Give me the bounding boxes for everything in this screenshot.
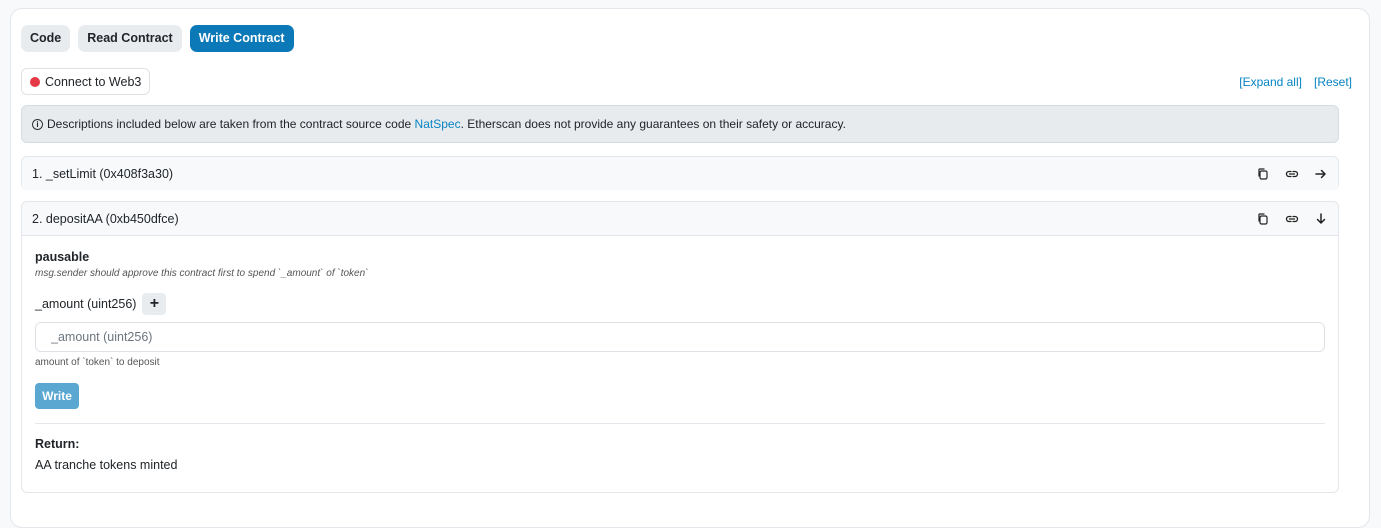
tab-code[interactable]: Code [21, 25, 71, 52]
tab-write-contract[interactable]: Write Contract [189, 25, 294, 52]
function-accordion-setlimit: 1. _setLimit (0x408f3a30) [21, 156, 1339, 190]
notice-prefix: Descriptions included below are taken fr… [47, 117, 412, 131]
return-title: Return: [35, 437, 80, 451]
natspec-notice: i Descriptions included below are taken … [21, 105, 1339, 143]
function-body: pausable msg.sender should approve this … [35, 250, 1325, 472]
accordion-controls: [Expand all] [Reset] [1239, 75, 1352, 89]
function-notice-text: msg.sender should approve this contract … [35, 268, 369, 279]
amount-input[interactable] [35, 322, 1325, 352]
tab-read-contract[interactable]: Read Contract [78, 25, 182, 52]
divider [35, 423, 1325, 424]
status-dot-icon [30, 76, 40, 87]
copy-icon[interactable] [1255, 166, 1270, 181]
link-icon[interactable] [1284, 166, 1299, 181]
info-icon: i [32, 118, 43, 130]
expand-all-link[interactable]: [Expand all] [1239, 75, 1302, 89]
param-help-text: amount of `token` to deposit [35, 357, 160, 368]
return-value: AA tranche tokens minted [35, 458, 178, 472]
function-header[interactable]: 1. _setLimit (0x408f3a30) [22, 157, 1338, 190]
param-row: _amount (uint256) + [35, 293, 1325, 315]
reset-link[interactable]: [Reset] [1314, 75, 1352, 89]
arrow-right-icon[interactable] [1313, 166, 1328, 181]
function-accordion-depositaa: 2. depositAA (0xb450dfce) pausable msg.s… [21, 201, 1339, 493]
natspec-link[interactable]: NatSpec [415, 117, 461, 131]
connect-web3-label: Connect to Web3 [45, 74, 142, 89]
function-title: 1. _setLimit (0x408f3a30) [32, 166, 174, 181]
function-header[interactable]: 2. depositAA (0xb450dfce) [22, 202, 1338, 236]
function-notice-title: pausable [35, 250, 90, 264]
param-label: _amount (uint256) [35, 297, 137, 311]
connect-web3-button[interactable]: Connect to Web3 [21, 68, 151, 95]
write-button[interactable]: Write [35, 383, 79, 409]
arrow-down-icon[interactable] [1313, 211, 1328, 226]
link-icon[interactable] [1284, 211, 1299, 226]
plus-button[interactable]: + [142, 293, 167, 315]
copy-icon[interactable] [1255, 211, 1270, 226]
contract-tabs: Code Read Contract Write Contract [21, 25, 294, 52]
notice-suffix: . Etherscan does not provide any guarant… [460, 117, 846, 131]
function-title: 2. depositAA (0xb450dfce) [32, 211, 179, 226]
